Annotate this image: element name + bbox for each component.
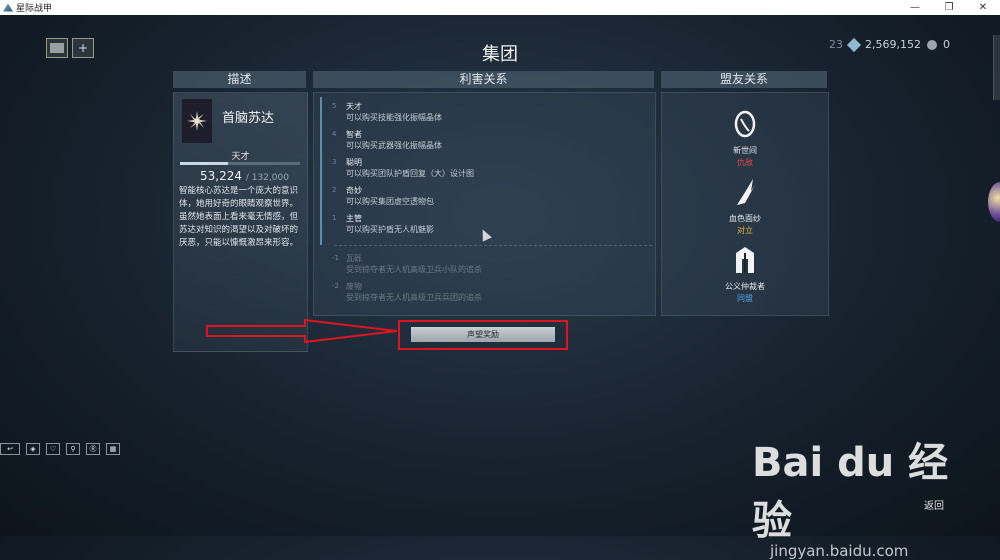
close-button[interactable]: ✕ — [966, 0, 1000, 15]
rank-title: 聪明 — [346, 158, 362, 167]
rank-number: 3 — [332, 158, 337, 166]
rank-row[interactable]: 废物受到掠夺者无人机高级卫兵兵团的追杀 — [346, 281, 482, 303]
currency-display: 23 2,569,152 0 — [829, 37, 950, 52]
rank-number: -1 — [332, 254, 339, 262]
rank-title: 奇妙 — [346, 186, 362, 195]
window-title: 星际战甲 — [16, 4, 53, 14]
rank-perk: 受到掠夺者无人机高级卫兵小队的追杀 — [346, 265, 482, 274]
rank-title: 主管 — [346, 214, 362, 223]
red-veil-icon — [737, 179, 755, 205]
ally-relation: 同盟 — [737, 294, 753, 303]
rank-perk: 可以购买集团虚空透物包 — [346, 197, 434, 206]
ally-relation: 对立 — [737, 226, 753, 235]
side-orb-icon[interactable] — [988, 182, 1000, 222]
standing-current: 53,224 — [200, 169, 242, 183]
maximize-button[interactable]: ❐ — [932, 0, 966, 15]
rank-perk: 可以购买武器强化振幅晶体 — [346, 141, 442, 150]
standing-value: 53,224 / 132,000 — [200, 169, 289, 183]
reward-icon[interactable]: Ⓡ — [86, 443, 100, 455]
rank-number: 1 — [332, 214, 337, 222]
rank-number: 5 — [332, 102, 337, 110]
rank-perk: 受到掠夺者无人机高级卫兵兵团的追杀 — [346, 293, 482, 302]
app-icon — [3, 3, 13, 12]
platinum-amount: 2,569,152 — [865, 38, 921, 51]
window-controls: — ❐ ✕ — [898, 0, 1000, 15]
rank-perk: 可以购买团队护盾回复（大）设计图 — [346, 169, 474, 178]
ally-red-veil[interactable]: 血色面纱 对立 — [662, 177, 828, 236]
rank-title: 瓦砾 — [346, 254, 362, 263]
relations-panel: 5 天才可以购买技能强化振幅晶体 4 智者可以购买武器强化振幅晶体 3 聪明可以购买团队护… — [313, 92, 656, 316]
lamp-icon[interactable]: ⚲ — [66, 443, 80, 455]
standing-progress-fill — [180, 162, 228, 165]
rank-title: 天才 — [346, 102, 362, 111]
window-titlebar: 星际战甲 — ❐ ✕ — [0, 0, 1000, 15]
platinum-icon — [846, 37, 862, 52]
shield-icon[interactable]: ◈ — [26, 443, 40, 455]
syndicate-description: 智能核心苏达是一个庞大的意识体，她用好奇的眼睛观察世界。虽然她表面上看来毫无情感… — [179, 186, 299, 248]
alliances-header: 盟友关系 — [661, 71, 827, 88]
watermark-url: jingyan.baidu.com — [770, 542, 909, 560]
minimize-button[interactable]: — — [898, 0, 932, 15]
ally-new-loka[interactable]: 新世间 仇敌 — [662, 109, 828, 168]
mouse-cursor-icon — [478, 227, 492, 242]
standing-max: / 132,000 — [245, 173, 289, 183]
rank-number: 4 — [332, 130, 337, 138]
credits-amount: 0 — [943, 38, 950, 51]
edge-scroll-handle[interactable] — [993, 35, 1000, 100]
annotation-arrow — [206, 318, 398, 344]
rank-row[interactable]: 奇妙可以购买集团虚空透物包 — [346, 185, 434, 207]
rank-title: 智者 — [346, 130, 362, 139]
watermark: Bai du 经验 jingyan.baidu.com — [752, 430, 988, 560]
rank-row[interactable]: 聪明可以购买团队护盾回复（大）设计图 — [346, 157, 474, 179]
back-arrow-icon[interactable]: ↩ — [0, 443, 20, 455]
ally-arbiters[interactable]: 公义仲裁者 同盟 — [662, 245, 828, 304]
ally-name: 新世间 — [733, 146, 757, 155]
ally-name: 公义仲裁者 — [725, 282, 765, 291]
rank-row[interactable]: 天才可以购买技能强化振幅晶体 — [346, 101, 442, 123]
watermark-logo: Bai du 经验 — [752, 440, 949, 544]
description-panel: 首脑苏达 天才 53,224 / 132,000 智能核心苏达是一个庞大的意识体… — [173, 92, 308, 352]
rank-title: 废物 — [346, 282, 362, 291]
cephalon-suda-emblem-icon — [182, 99, 212, 143]
quick-actions-bar: ↩ ◈ ♡ ⚲ Ⓡ ▦ — [0, 443, 120, 455]
rank-number: 2 — [332, 186, 337, 194]
rank-row[interactable]: 瓦砾受到掠夺者无人机高级卫兵小队的追杀 — [346, 253, 482, 275]
new-loka-icon — [734, 110, 756, 138]
rank-row[interactable]: 主管可以购买护盾无人机魅影 — [346, 213, 434, 235]
rank-progress-line — [320, 97, 322, 245]
menu-icon[interactable]: ▦ — [106, 443, 120, 455]
description-header: 描述 — [173, 71, 306, 88]
ally-relation: 仇敌 — [737, 158, 753, 167]
rank-perk: 可以购买技能强化振幅晶体 — [346, 113, 442, 122]
arbiters-icon — [736, 247, 754, 273]
rank-perk: 可以购买护盾无人机魅影 — [346, 225, 434, 234]
relations-header: 利害关系 — [313, 71, 654, 88]
rank-number: -2 — [332, 282, 339, 290]
rank-row[interactable]: 智者可以购买武器强化振幅晶体 — [346, 129, 442, 151]
rank-divider — [334, 245, 652, 246]
alliances-panel: 新世间 仇敌 血色面纱 对立 公义仲裁者 同盟 — [661, 92, 829, 316]
mastery-rank: 23 — [829, 38, 844, 51]
standing-rewards-button[interactable]: 声望奖励 — [411, 327, 555, 342]
current-rank-title: 天才 — [231, 152, 250, 162]
heart-icon[interactable]: ♡ — [46, 443, 60, 455]
credits-icon — [927, 39, 937, 50]
syndicate-name: 首脑苏达 — [222, 111, 275, 126]
ally-name: 血色面纱 — [729, 214, 761, 223]
standing-progress-bar — [180, 162, 300, 165]
